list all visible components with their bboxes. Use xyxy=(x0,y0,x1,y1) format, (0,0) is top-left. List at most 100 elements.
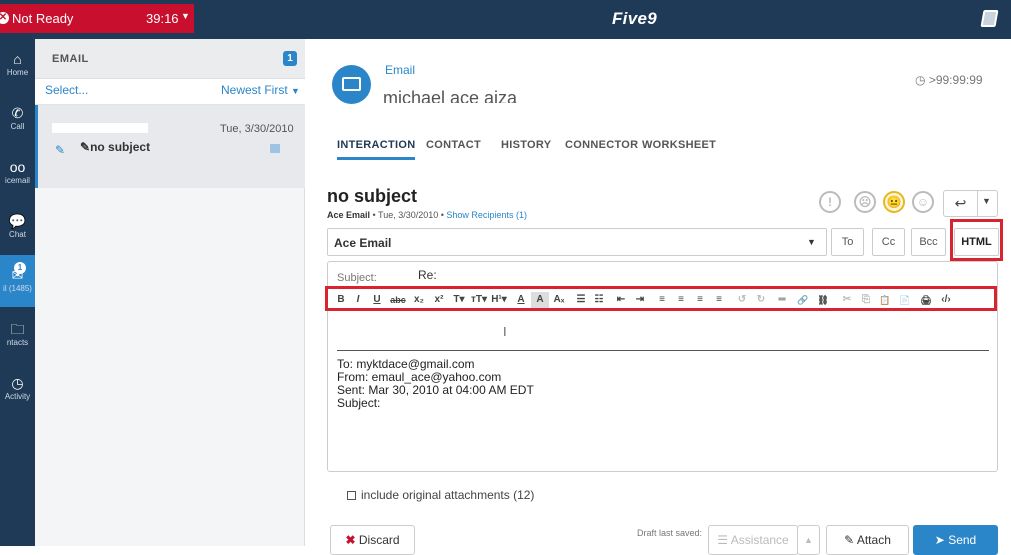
tab-connector[interactable]: CONNECTOR xyxy=(565,139,638,151)
tab-interaction[interactable]: INTERACTION xyxy=(337,139,416,160)
chevron-down-icon: ▼ xyxy=(291,86,300,96)
left-nav-rail: ⌂ Home ✆ Call oo icemail 💬 Chat ✉ 1 il (… xyxy=(0,39,35,546)
assistance-dropdown[interactable]: ▲ xyxy=(797,525,820,555)
channel-label: Email xyxy=(385,63,416,77)
chevron-up-icon: ▲ xyxy=(804,535,813,545)
email-badge: 1 xyxy=(14,262,26,274)
chat-icon: 💬 xyxy=(8,213,27,229)
nav-activity[interactable]: ◷ Activity xyxy=(0,363,35,415)
tab-worksheet[interactable]: WORKSHEET xyxy=(642,139,716,151)
alert-icon[interactable]: ! xyxy=(819,191,841,213)
tab-contact[interactable]: CONTACT xyxy=(426,139,481,151)
envelope-icon xyxy=(342,77,361,91)
nav-label: il (1485) xyxy=(3,284,32,293)
email-subject: ✎no subject xyxy=(80,140,151,154)
send-button[interactable]: ➤ Send xyxy=(913,525,998,555)
assistance-button[interactable]: ☰ Assistance xyxy=(708,525,798,555)
agent-status-timer: 39:16 xyxy=(146,11,179,26)
sort-dropdown[interactable]: Newest First ▼ xyxy=(221,83,300,97)
select-dropdown[interactable]: Select... xyxy=(45,83,88,97)
clock-icon: ◷ xyxy=(11,375,24,391)
sad-face-icon[interactable]: ☹ xyxy=(854,191,876,213)
email-meta: Ace Email • Tue, 3/30/2010 • Show Recipi… xyxy=(327,210,527,220)
email-subject-title: no subject xyxy=(327,186,418,206)
email-list-controls: Select... Newest First ▼ xyxy=(35,79,305,105)
email-count-badge: 1 xyxy=(283,51,297,66)
contact-name: michael ace aiza xyxy=(383,83,557,103)
not-ready-icon: ✕ xyxy=(0,12,9,24)
interaction-panel: Email michael ace aiza ◷ >99:99:99 INTER… xyxy=(305,39,1011,555)
book-icon[interactable] xyxy=(980,10,999,27)
include-attachments-label: include original attachments (12) xyxy=(361,488,535,502)
nav-label: icemail xyxy=(5,176,30,185)
subject-value[interactable]: Re: xyxy=(418,268,437,282)
cc-button[interactable]: Cc xyxy=(872,228,905,256)
contacts-icon: 🗀 xyxy=(10,321,25,337)
nav-label: Activity xyxy=(4,392,31,401)
attach-label: Attach xyxy=(856,533,891,547)
clock-icon: ◷ xyxy=(915,73,926,87)
email-list-panel: EMAIL 1 Select... Newest First ▼ Tue, 3/… xyxy=(35,39,305,546)
five9-logo: Five9 xyxy=(612,9,657,28)
from-value: Ace Email xyxy=(334,236,392,250)
email-date: Tue, 3/30/2010 xyxy=(220,123,294,135)
nav-home[interactable]: ⌂ Home xyxy=(0,39,35,91)
agent-status-dropdown[interactable]: ✕ Not Ready 39:16 ▼ xyxy=(0,4,194,33)
voicemail-icon: oo xyxy=(9,159,26,175)
nav-voicemail[interactable]: oo icemail xyxy=(0,147,35,199)
top-bar: ✕ Not Ready 39:16 ▼ Five9 xyxy=(0,0,1011,39)
to-button[interactable]: To xyxy=(831,228,864,256)
include-attachments-checkbox[interactable]: include original attachments (12) xyxy=(347,488,534,502)
meta-from: Ace Email xyxy=(327,210,371,220)
attach-button[interactable]: ✎ Attach xyxy=(826,525,909,555)
bcc-button[interactable]: Bcc xyxy=(911,228,946,256)
send-label: Send xyxy=(948,533,977,547)
highlight-html-button xyxy=(950,219,1003,261)
nav-label: ntacts xyxy=(6,338,29,347)
email-list-title: EMAIL xyxy=(52,53,89,65)
reply-icon[interactable]: ↩ xyxy=(944,191,978,216)
email-channel-avatar xyxy=(332,65,371,104)
neutral-face-icon[interactable]: 😐 xyxy=(883,191,905,213)
list-icon: ☰ xyxy=(717,533,729,547)
nav-label: Home xyxy=(6,68,29,77)
highlight-toolbar xyxy=(325,286,997,311)
discard-button[interactable]: ✖ Discard xyxy=(330,525,415,555)
send-icon: ➤ xyxy=(934,533,945,547)
chevron-down-icon[interactable]: ▼ xyxy=(982,196,991,206)
phone-icon: ✆ xyxy=(11,105,24,121)
email-list-header: EMAIL 1 xyxy=(35,39,305,79)
reply-button-group: ↩ ▼ xyxy=(943,190,998,217)
meta-date: Tue, 3/30/2010 xyxy=(378,210,439,220)
paperclip-icon: ✎ xyxy=(844,533,855,547)
subject-label: Subject: xyxy=(337,272,377,284)
nav-contacts[interactable]: 🗀 ntacts xyxy=(0,309,35,361)
sender-redacted xyxy=(52,123,148,133)
draft-saved-label: Draft last saved: xyxy=(636,528,702,538)
text-cursor-icon: I xyxy=(503,324,507,339)
from-select[interactable]: Ace Email ▼ xyxy=(327,228,827,256)
happy-face-icon[interactable]: ☺ xyxy=(912,191,934,213)
chevron-down-icon: ▼ xyxy=(181,11,190,21)
quoted-message: To: myktdace@gmail.com From: emaul_ace@y… xyxy=(337,358,534,410)
nav-email[interactable]: ✉ 1 il (1485) xyxy=(0,255,35,307)
discard-label: Discard xyxy=(358,533,400,547)
quote-separator xyxy=(337,350,989,351)
quote-subject: Subject: xyxy=(337,396,381,410)
tab-history[interactable]: HISTORY xyxy=(501,139,551,151)
home-icon: ⌂ xyxy=(13,51,22,67)
nav-label: Chat xyxy=(9,230,26,239)
show-recipients-link[interactable]: Show Recipients (1) xyxy=(446,210,527,220)
nav-call[interactable]: ✆ Call xyxy=(0,93,35,145)
interaction-timer: ◷ >99:99:99 xyxy=(915,73,983,87)
close-icon: ✖ xyxy=(345,533,356,547)
agent-status-label: Not Ready xyxy=(12,11,74,26)
edit-icon: ✎ xyxy=(55,143,66,157)
chevron-down-icon: ▼ xyxy=(807,237,816,247)
nav-chat[interactable]: 💬 Chat xyxy=(0,201,35,253)
checkbox-icon xyxy=(347,491,356,500)
list-item[interactable]: Tue, 3/30/2010 ✎ ✎no subject xyxy=(35,105,305,188)
email-subject-text: no subject xyxy=(90,140,151,154)
interaction-timer-value: >99:99:99 xyxy=(928,73,983,87)
assistance-label: Assistance xyxy=(730,533,789,547)
